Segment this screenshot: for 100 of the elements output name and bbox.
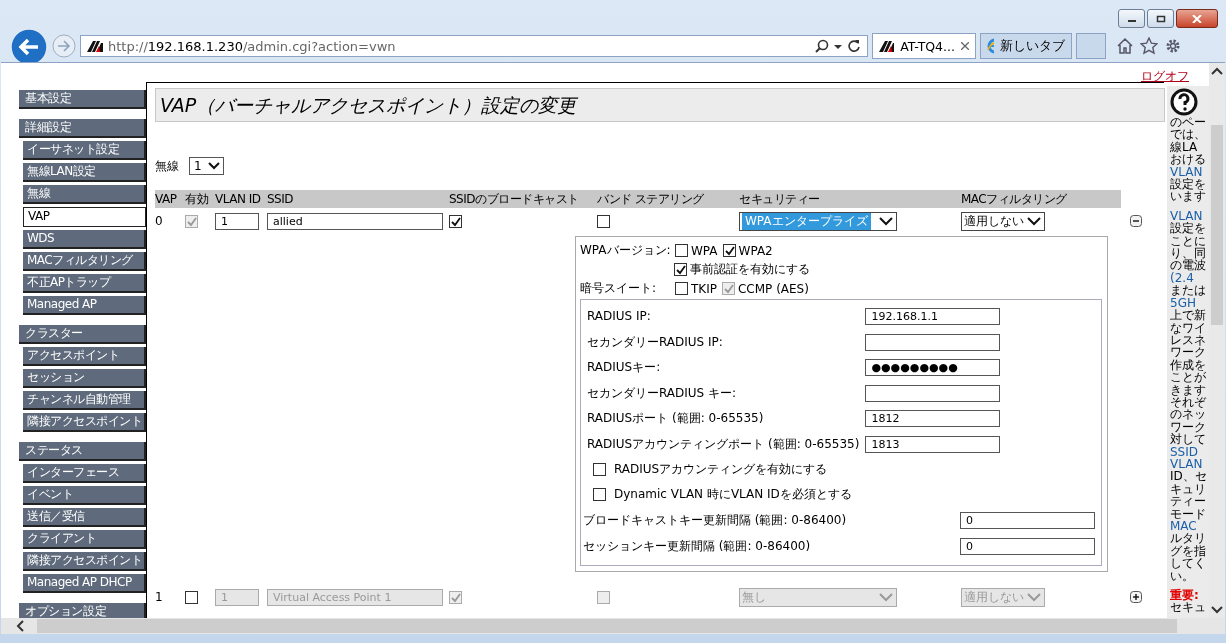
sidebar-item[interactable]: 無線 [23, 185, 146, 204]
minimize-button[interactable] [1118, 9, 1145, 28]
help-text: ワーク [1170, 346, 1206, 359]
logoff-link[interactable]: ログオフ [1141, 68, 1189, 86]
help-text: モード [1170, 507, 1206, 520]
help-text: VLAN [1170, 165, 1203, 179]
scroll-left-icon[interactable] [15, 620, 25, 632]
sidebar-item[interactable]: WDS [23, 230, 146, 249]
input-field[interactable] [865, 333, 1001, 351]
help-text: 作成を [1170, 358, 1206, 372]
sidebar-item[interactable]: VAP [23, 207, 146, 227]
sidebar-item[interactable]: チャンネル自動管理 [23, 391, 146, 410]
checkbox-label: WPA [691, 243, 718, 258]
close-button[interactable] [1176, 9, 1218, 28]
sidebar-group-header[interactable]: 基本設定 [19, 90, 146, 109]
sidebar-item[interactable]: アクセスポイント [23, 347, 146, 366]
maximize-icon [1155, 14, 1166, 23]
sidebar-item[interactable]: 不正APトラップ [23, 274, 146, 293]
browser-tab[interactable]: 新しいタブ [980, 33, 1072, 59]
checkbox[interactable] [449, 214, 462, 228]
home-icon[interactable] [1116, 37, 1134, 55]
help-text: 上で新 [1170, 309, 1206, 322]
sidebar-item[interactable]: 隣接アクセスポイント [23, 413, 146, 432]
help-text: では、 [1170, 128, 1206, 141]
help-text: キュリ [1170, 482, 1206, 496]
ssid-field[interactable]: allied [267, 212, 443, 230]
browser-tab[interactable]: AT-TQ4... [872, 33, 976, 59]
scroll-up-icon[interactable] [1211, 67, 1223, 75]
vlan-id-field[interactable]: 1 [215, 212, 259, 230]
sidebar-item[interactable]: イーサネット設定 [23, 141, 146, 160]
caret-icon [879, 592, 893, 602]
sidebar-item[interactable]: クライアント [23, 530, 146, 549]
input-field[interactable]: 1813 [865, 435, 1001, 453]
sidebar-group-header[interactable]: 詳細設定 [19, 119, 146, 138]
input-field[interactable]: 1812 [865, 410, 1001, 428]
settings-icon[interactable] [1164, 37, 1182, 55]
sidebar-group-header[interactable]: オプション設定 [19, 603, 146, 618]
column-header: VLAN ID [215, 190, 267, 208]
checkbox-label: WPA2 [738, 243, 773, 258]
help-text: 線LA [1170, 140, 1198, 154]
caret-icon [1027, 216, 1041, 226]
sidebar-item[interactable]: Managed AP DHCP [23, 574, 146, 593]
sidebar-item[interactable]: MACフィルタリング [23, 252, 146, 271]
close-tab-icon[interactable] [961, 42, 969, 50]
sidebar-item[interactable]: イベント [23, 486, 146, 505]
sidebar-item[interactable]: 無線LAN設定 [23, 163, 146, 182]
checkbox[interactable] [593, 488, 606, 501]
collapse-icon[interactable] [1130, 215, 1142, 227]
help-text: 設定を [1170, 178, 1206, 191]
help-text: してく [1170, 557, 1206, 570]
scroll-down-icon[interactable] [1211, 606, 1223, 614]
star-icon[interactable] [1140, 37, 1158, 55]
checkbox[interactable] [597, 214, 610, 228]
caret-icon [1027, 592, 1041, 602]
sidebar-item[interactable]: Managed AP [23, 296, 146, 315]
sidebar-item[interactable]: セッション [23, 369, 146, 388]
field-label: セカンダリーRADIUS IP: [586, 333, 724, 351]
checkbox[interactable] [593, 463, 606, 476]
checkbox[interactable] [675, 244, 688, 257]
address-bar[interactable]: http://192.168.1.230/admin.cgi?action=vwn [80, 35, 868, 57]
search-icon[interactable] [815, 39, 829, 53]
column-header: 有効 [185, 190, 215, 208]
horizontal-scrollbar[interactable] [1, 618, 1225, 634]
help-text: ことに [1170, 234, 1206, 248]
checkbox-label: 事前認証を有効にする [690, 261, 810, 278]
checkbox[interactable] [675, 282, 688, 295]
refresh-icon[interactable] [847, 39, 861, 53]
page-title: VAP（バーチャルアクセスポイント）設定の変更 [155, 88, 1165, 122]
table-cell-text: 0 [155, 213, 164, 230]
mac-filter-select[interactable]: 適用しない [961, 211, 1045, 231]
input-field[interactable]: 0 [960, 537, 1095, 555]
radio-select[interactable]: 1 [189, 157, 224, 175]
caret-icon [879, 216, 893, 226]
checkbox-label: CCMP (AES) [738, 281, 809, 296]
input-field[interactable]: ●●●●●●●●● [865, 359, 1001, 377]
help-text: ルタリ [1170, 532, 1206, 545]
help-text: ID、セ [1170, 470, 1207, 483]
help-text: ティー [1170, 495, 1206, 508]
field-label: RADIUS IP: [586, 308, 652, 325]
sidebar-item[interactable]: 送信／受信 [23, 508, 146, 527]
input-field[interactable] [865, 384, 1001, 402]
help-text: それぞ [1170, 395, 1206, 409]
help-text: 対して [1170, 433, 1206, 446]
security-select[interactable]: WPAエンタープライズ [739, 211, 897, 231]
help-text: (2.4 [1170, 271, 1194, 285]
checkbox[interactable] [185, 590, 198, 604]
expand-icon[interactable] [1130, 591, 1142, 603]
sidebar-group-header[interactable]: クラスター [19, 325, 146, 344]
checkbox[interactable] [674, 263, 687, 276]
sidebar-item[interactable]: インターフェース [23, 464, 146, 483]
table-cell-text: 1 [155, 589, 164, 606]
checkbox[interactable] [722, 244, 736, 257]
input-field[interactable]: 0 [960, 511, 1095, 529]
url-scheme: http:// [108, 38, 148, 54]
input-field[interactable]: 192.168.1.1 [865, 308, 1001, 326]
sidebar-group-header[interactable]: ステータス [19, 442, 146, 461]
sidebar-item[interactable]: 隣接アクセスポイント [23, 552, 146, 571]
help-text: なワイ [1170, 321, 1206, 334]
field-label: WPAバージョン: [580, 242, 670, 259]
maximize-button[interactable] [1147, 9, 1174, 28]
